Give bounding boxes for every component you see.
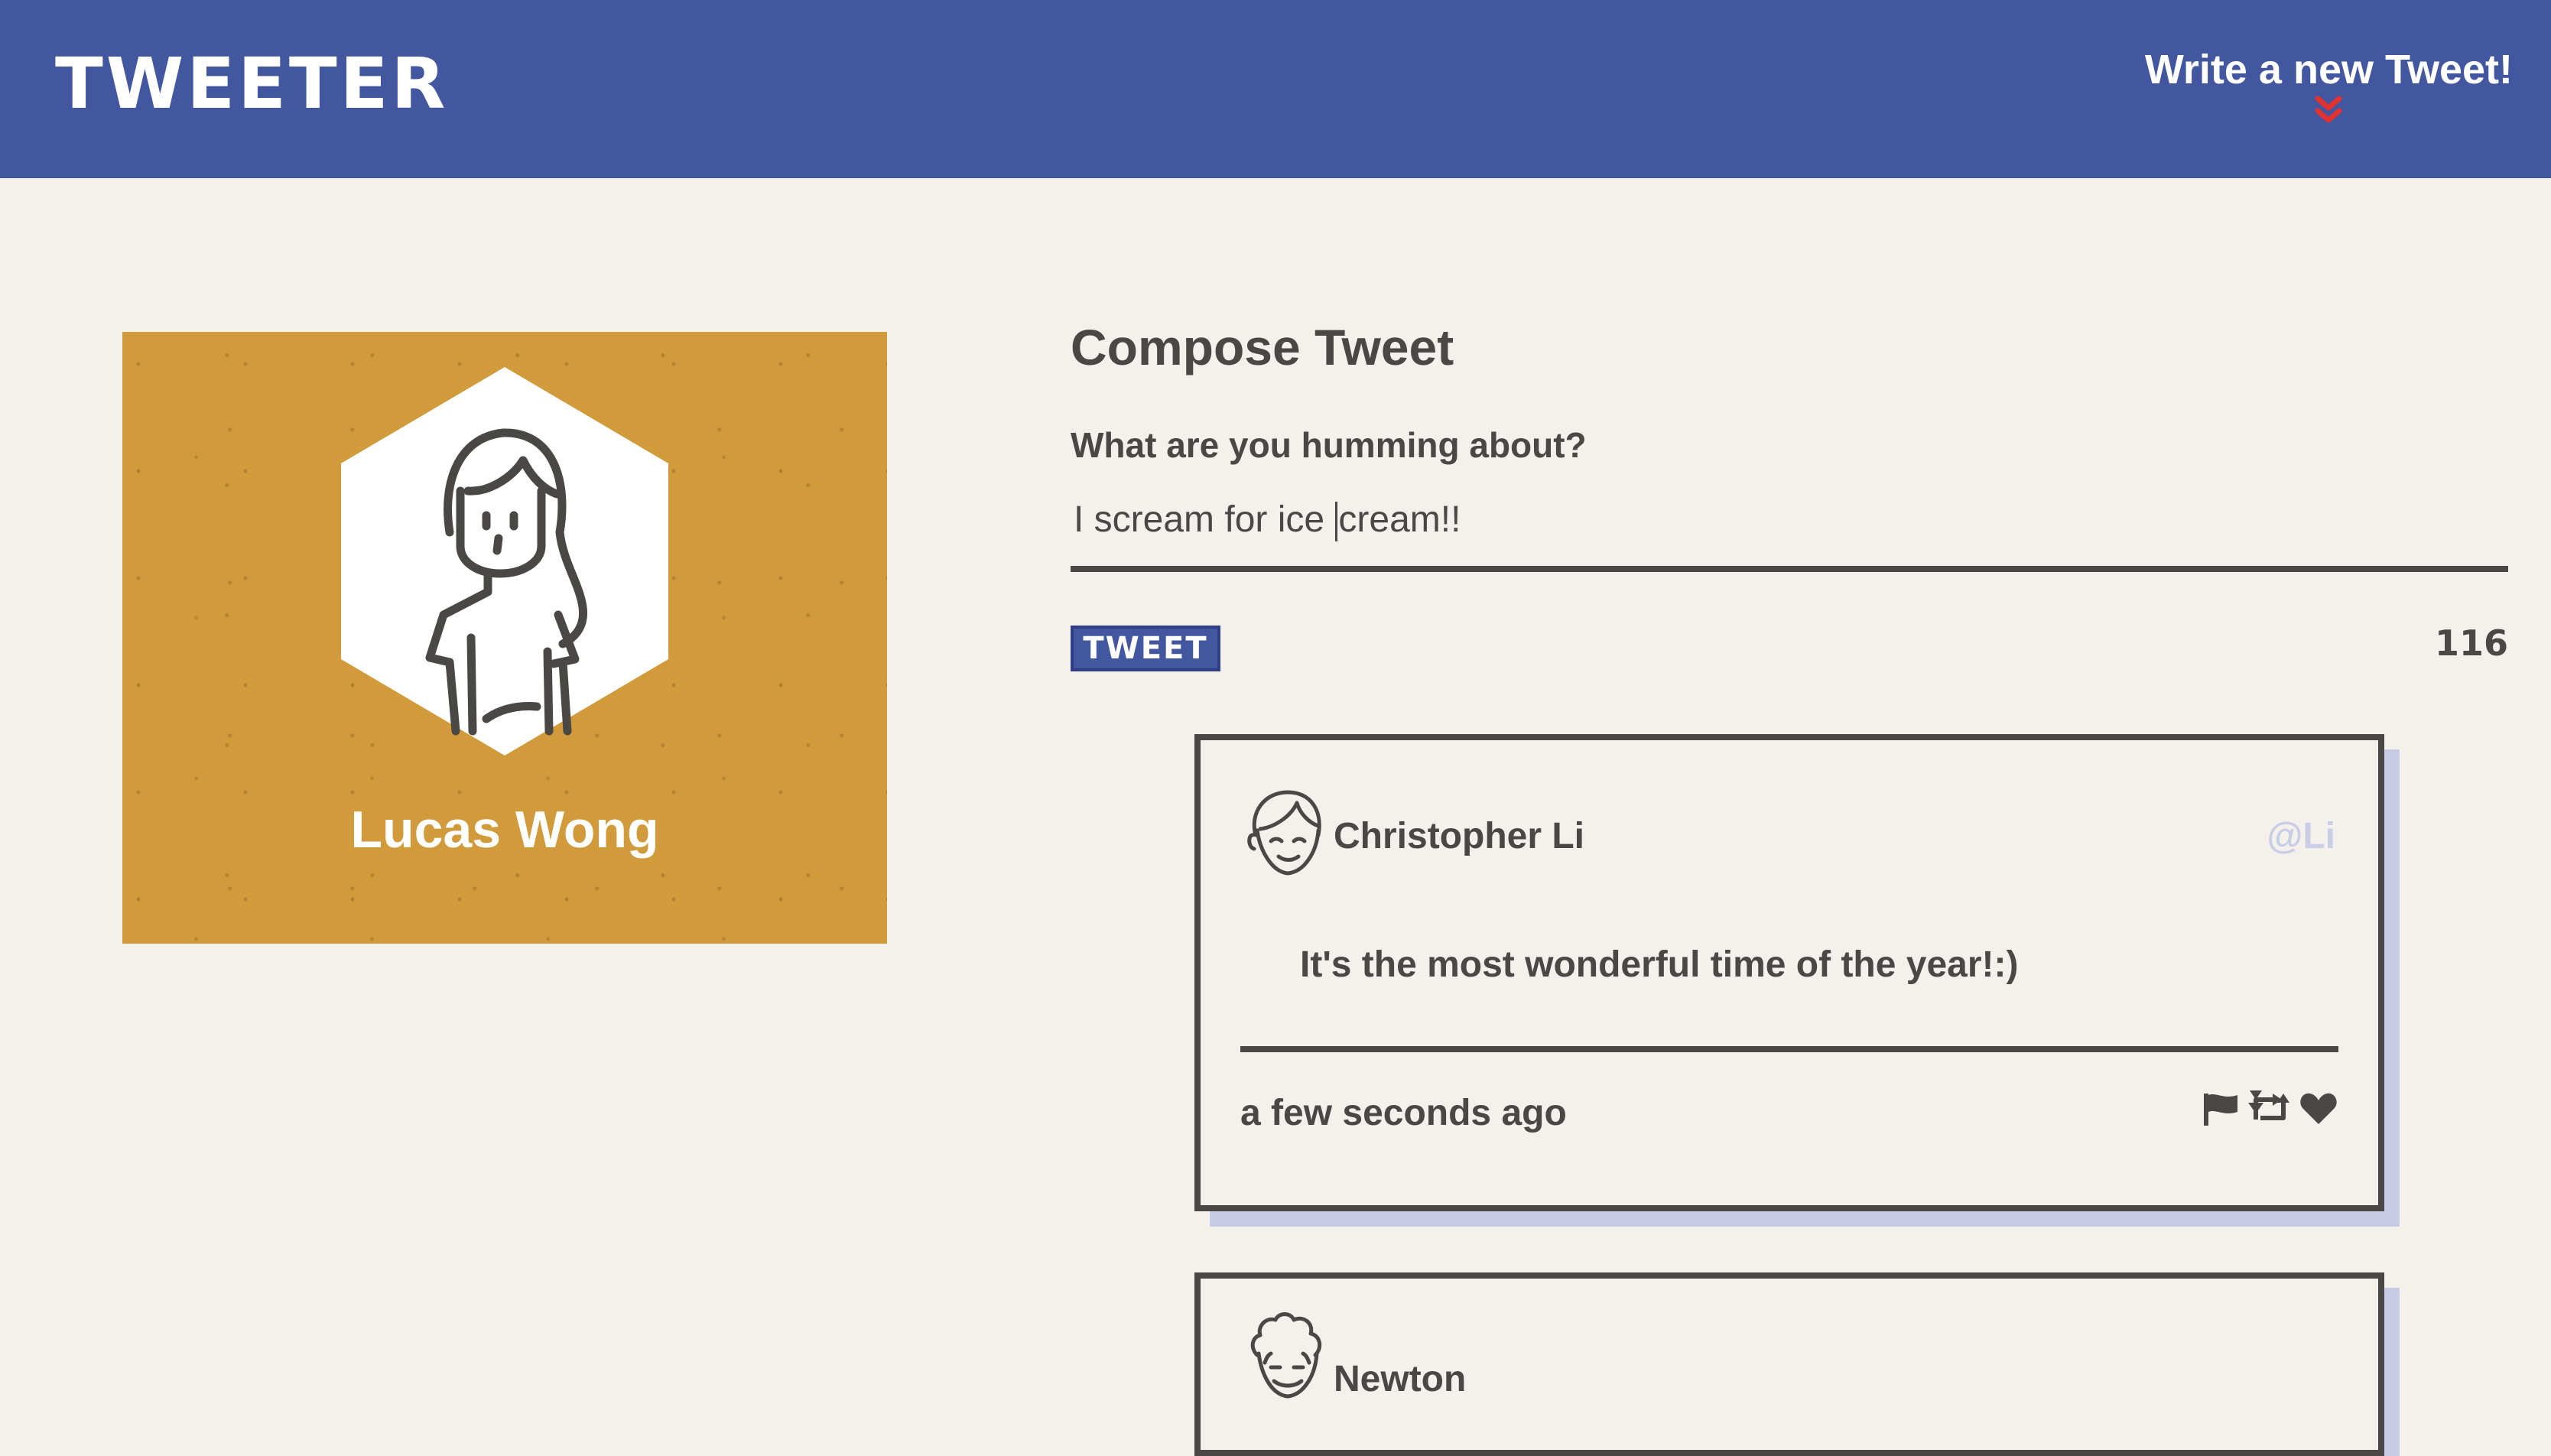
top-nav: TWEETER Write a new Tweet!	[0, 0, 2551, 178]
compose-title: Compose Tweet	[1071, 319, 1454, 375]
profile-name: Lucas Wong	[350, 801, 659, 859]
tweet-textarea[interactable]: I scream for ice cream!!	[1071, 496, 2508, 572]
brand-logo[interactable]: TWEETER	[55, 49, 448, 119]
profile-avatar	[341, 367, 668, 756]
tweet-content: It's the most wonderful time of the year…	[1300, 944, 2019, 985]
retweet-icon[interactable]	[2247, 1090, 2293, 1131]
profile-card: Lucas Wong	[122, 332, 887, 944]
tweet-text-after: cream!!	[1338, 499, 1461, 540]
write-new-tweet-toggle[interactable]: Write a new Tweet!	[2145, 47, 2513, 125]
compose-question: What are you humming about?	[1071, 425, 1587, 465]
flag-icon[interactable]	[2201, 1090, 2241, 1131]
tweet-actions	[2201, 1090, 2338, 1131]
tweet-card: Newton	[1194, 1272, 2384, 1456]
tweet-text-before: I scream for ice	[1074, 499, 1335, 540]
user-avatar-icon	[1247, 790, 1321, 876]
user-avatar-icon	[1250, 1312, 1322, 1399]
tweet-author-name[interactable]: Christopher Li	[1334, 815, 1584, 857]
tweet-timestamp: a few seconds ago	[1240, 1093, 1567, 1133]
heart-icon[interactable]	[2299, 1090, 2338, 1131]
tweet-author-name[interactable]: Newton	[1334, 1358, 1466, 1400]
tweet-author-handle[interactable]: @Li	[2267, 815, 2335, 857]
write-new-tweet-label[interactable]: Write a new Tweet!	[2145, 47, 2513, 93]
char-counter: 116	[2434, 622, 2508, 664]
tweet-card: Christopher Li @Li It's the most wonderf…	[1194, 734, 2384, 1211]
text-caret	[1335, 502, 1338, 542]
tweet-divider	[1240, 1046, 2338, 1052]
tweet-button[interactable]: TWEET	[1071, 626, 1220, 671]
chevron-down-double-icon[interactable]	[2313, 94, 2344, 125]
